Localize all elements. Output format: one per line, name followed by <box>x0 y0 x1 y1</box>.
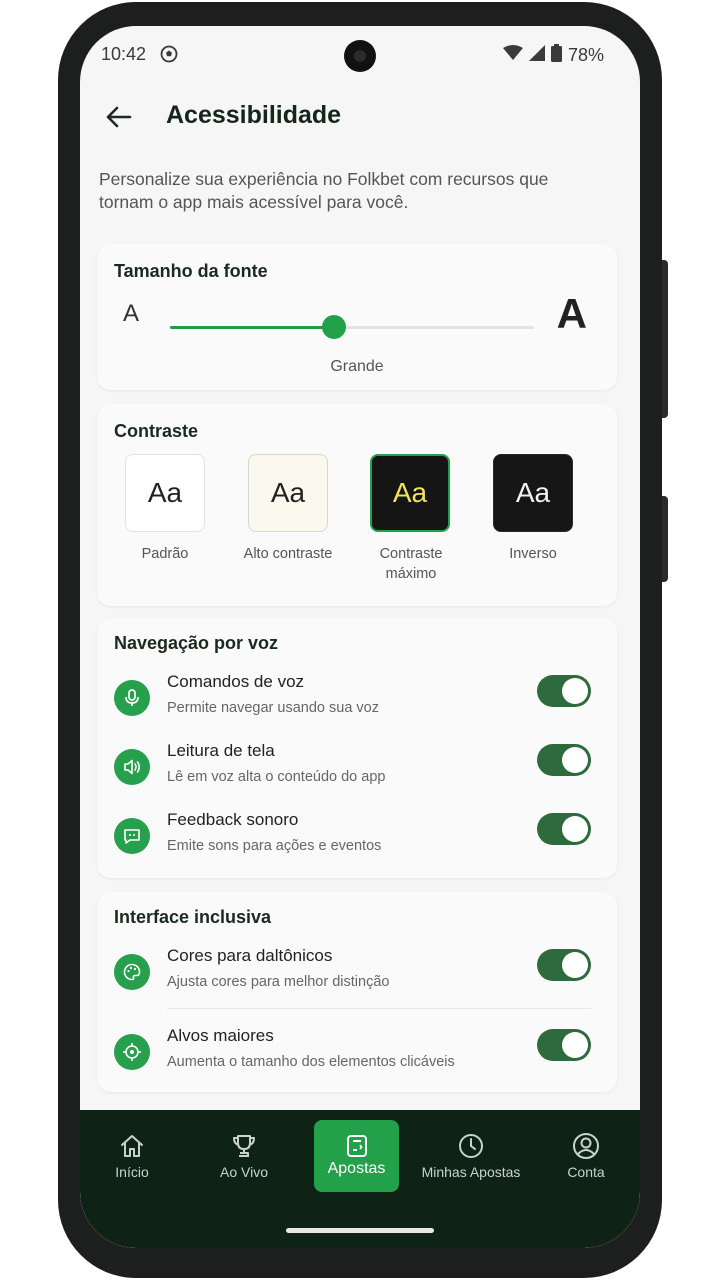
setting-subtitle: Lê em voz alta o conteúdo do app <box>167 769 386 785</box>
sound-feedback-toggle[interactable] <box>537 813 591 845</box>
trophy-icon <box>206 1132 282 1160</box>
front-camera <box>344 40 376 72</box>
message-icon <box>114 818 150 854</box>
toggle-knob <box>562 1032 588 1058</box>
toggle-knob <box>562 952 588 978</box>
colorblind-toggle[interactable] <box>537 949 591 981</box>
setting-title: Comandos de voz <box>167 672 305 691</box>
contrast-sample-text: Aa <box>392 477 428 508</box>
inclusive-interface-card: Interface inclusiva Cores para daltônico… <box>97 892 617 1092</box>
contrast-label-inverse: Inverso <box>509 546 557 562</box>
soccer-ball-icon <box>160 45 178 68</box>
font-small-glyph: A <box>123 300 140 327</box>
slider-thumb[interactable] <box>321 315 346 339</box>
font-size-title: Tamanho da fonte <box>114 261 268 281</box>
inclusive-interface-title: Interface inclusiva <box>114 907 272 927</box>
nav-item-my-bets[interactable]: Minhas Apostas <box>418 1132 524 1222</box>
setting-row-sound-feedback: Feedback sonoro Emite sons para ações e … <box>97 808 617 872</box>
clock-icon <box>418 1132 524 1160</box>
contrast-card: Contraste Aa Aa Aa Aa Padrão Alto contra… <box>97 404 617 606</box>
divider <box>167 1008 591 1009</box>
setting-row-larger-targets: Alvos maiores Aumenta o tamanho dos elem… <box>97 1024 617 1088</box>
font-large-glyph: A <box>556 290 587 337</box>
font-size-slider[interactable] <box>170 315 534 339</box>
font-size-value: Grande <box>330 358 384 375</box>
ticket-icon <box>314 1132 399 1160</box>
setting-row-screen-reader: Leitura de tela Lê em voz alta o conteúd… <box>97 739 617 803</box>
voice-navigation-title: Navegação por voz <box>114 633 279 653</box>
contrast-label-maximum: Contraste máximo <box>379 546 443 582</box>
microphone-icon <box>114 680 150 716</box>
contrast-title: Contraste <box>114 421 199 441</box>
font-size-card: Tamanho da fonte A A Grande <box>97 244 617 390</box>
volume-button <box>662 260 668 418</box>
contrast-option-maximum[interactable]: Aa <box>370 454 450 532</box>
voice-navigation-card: Navegação por voz Comandos de voz Permit… <box>97 618 617 878</box>
setting-title: Feedback sonoro <box>167 810 299 829</box>
toggle-knob <box>562 816 588 842</box>
toggle-knob <box>562 678 588 704</box>
setting-subtitle: Aumenta o tamanho dos elementos clicávei… <box>167 1054 455 1070</box>
nav-label: Minhas Apostas <box>421 1164 521 1180</box>
contrast-option-inverse[interactable]: Aa <box>493 454 573 532</box>
nav-item-bets[interactable]: Apostas <box>314 1120 399 1192</box>
signal-icon <box>528 45 545 66</box>
wifi-icon <box>502 45 523 66</box>
setting-subtitle: Emite sons para ações e eventos <box>167 838 382 854</box>
contrast-option-high[interactable]: Aa <box>248 454 328 532</box>
nav-item-home[interactable]: Início <box>94 1132 170 1222</box>
nav-item-account[interactable]: Conta <box>548 1132 624 1222</box>
speaker-icon <box>114 749 150 785</box>
setting-title: Alvos maiores <box>167 1026 274 1045</box>
nav-label: Início <box>115 1164 149 1180</box>
back-arrow-icon[interactable] <box>104 102 134 132</box>
target-icon <box>114 1034 150 1070</box>
app-bar: Acessibilidade <box>80 88 640 148</box>
setting-title: Leitura de tela <box>167 741 275 760</box>
contrast-sample-text: Aa <box>147 477 183 508</box>
status-time: 10:42 <box>101 44 147 64</box>
contrast-sample-text: Aa <box>270 477 306 508</box>
setting-row-colorblind: Cores para daltônicos Ajusta cores para … <box>97 944 617 1008</box>
bottom-navigation: Início Ao Vivo Apostas Minhas Apostas Co… <box>80 1110 640 1248</box>
slider-fill <box>170 326 334 329</box>
larger-targets-toggle[interactable] <box>537 1029 591 1061</box>
toggle-knob <box>562 747 588 773</box>
power-button <box>662 496 668 582</box>
intro-text: Personalize sua experiência no Folkbet c… <box>99 169 549 212</box>
status-icons: 78% <box>502 44 604 67</box>
contrast-option-default[interactable]: Aa <box>125 454 205 532</box>
setting-title: Cores para daltônicos <box>167 946 333 965</box>
setting-row-voice-commands: Comandos de voz Permite navegar usando s… <box>97 670 617 734</box>
home-indicator[interactable] <box>286 1228 434 1233</box>
page-title: Acessibilidade <box>166 101 342 129</box>
contrast-label-default: Padrão <box>141 546 189 562</box>
nav-item-live[interactable]: Ao Vivo <box>206 1132 282 1222</box>
screen-reader-toggle[interactable] <box>537 744 591 776</box>
nav-label: Apostas <box>327 1160 386 1177</box>
contrast-label-high: Alto contraste <box>243 546 333 562</box>
voice-commands-toggle[interactable] <box>537 675 591 707</box>
contrast-sample-text: Aa <box>515 477 551 508</box>
nav-label: Conta <box>567 1164 605 1180</box>
palette-icon <box>114 954 150 990</box>
status-bar: 10:42 78% <box>80 26 640 86</box>
setting-subtitle: Permite navegar usando sua voz <box>167 700 379 716</box>
user-icon <box>548 1132 624 1160</box>
home-icon <box>94 1132 170 1160</box>
battery-percent: 78% <box>567 45 604 65</box>
nav-label: Ao Vivo <box>220 1164 268 1180</box>
battery-icon <box>550 44 562 67</box>
screen: 10:42 78% Acessibilidade Personalize sua… <box>80 26 640 1248</box>
setting-subtitle: Ajusta cores para melhor distinção <box>167 974 390 990</box>
